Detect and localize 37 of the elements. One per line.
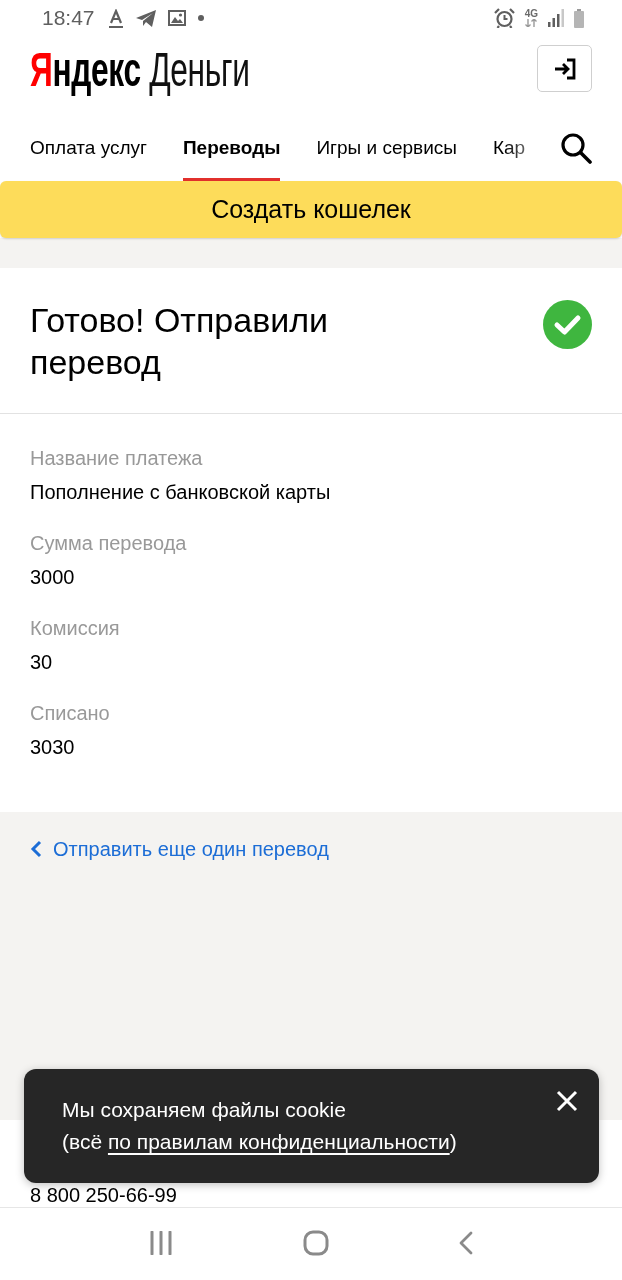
recent-apps-icon[interactable] bbox=[149, 1231, 173, 1255]
detail-label: Сумма перевода bbox=[30, 531, 187, 556]
network-type-label: 4G bbox=[524, 9, 538, 19]
close-icon[interactable] bbox=[556, 1090, 578, 1112]
login-button[interactable] bbox=[537, 45, 592, 92]
cookie-message: Мы сохраняем файлы cookie (всё по правилам конфиденциальности) bbox=[62, 1097, 458, 1155]
status-time: 18:47 bbox=[42, 6, 95, 30]
signal-icon bbox=[548, 9, 564, 27]
send-another-link[interactable]: Отправить еще один перевод bbox=[30, 837, 329, 861]
logo: Яндекс Деньги bbox=[30, 43, 250, 97]
back-icon[interactable] bbox=[459, 1231, 473, 1255]
nav-tab[interactable]: Оплата услуг bbox=[30, 110, 147, 181]
alarm-clock-icon bbox=[493, 8, 515, 28]
notification-dot-icon bbox=[197, 15, 204, 21]
paper-plane-icon bbox=[135, 9, 156, 27]
detail-value: Пополнение с банковской карты bbox=[30, 480, 331, 505]
home-icon[interactable] bbox=[303, 1230, 329, 1256]
nav-tab[interactable]: Кар bbox=[492, 110, 526, 181]
privacy-policy-link[interactable]: по правилам конфиденциальности bbox=[107, 1130, 450, 1153]
detail-label: Название платежа bbox=[30, 446, 203, 471]
detail-value: 3030 bbox=[30, 735, 75, 760]
battery-icon bbox=[574, 8, 584, 28]
detail-value: 3000 bbox=[30, 565, 75, 590]
image-icon bbox=[167, 10, 186, 26]
login-icon bbox=[552, 57, 577, 80]
detail-label: Комиссия bbox=[30, 616, 120, 641]
detail-value: 30 bbox=[30, 650, 53, 675]
detail-label: Списано bbox=[30, 701, 110, 726]
create-wallet-button[interactable]: Создать кошелек bbox=[0, 181, 622, 238]
data-arrows-icon bbox=[525, 19, 538, 27]
success-check-icon bbox=[543, 300, 592, 349]
nav-tab[interactable]: Игры и сервисы bbox=[316, 110, 457, 181]
font-icon bbox=[107, 8, 124, 28]
phone-number: 8 800 250-66-99 bbox=[30, 1184, 177, 1206]
result-title: Готово! Отправили перевод bbox=[30, 300, 329, 383]
search-icon[interactable] bbox=[560, 131, 592, 164]
chevron-left-icon bbox=[30, 840, 42, 858]
